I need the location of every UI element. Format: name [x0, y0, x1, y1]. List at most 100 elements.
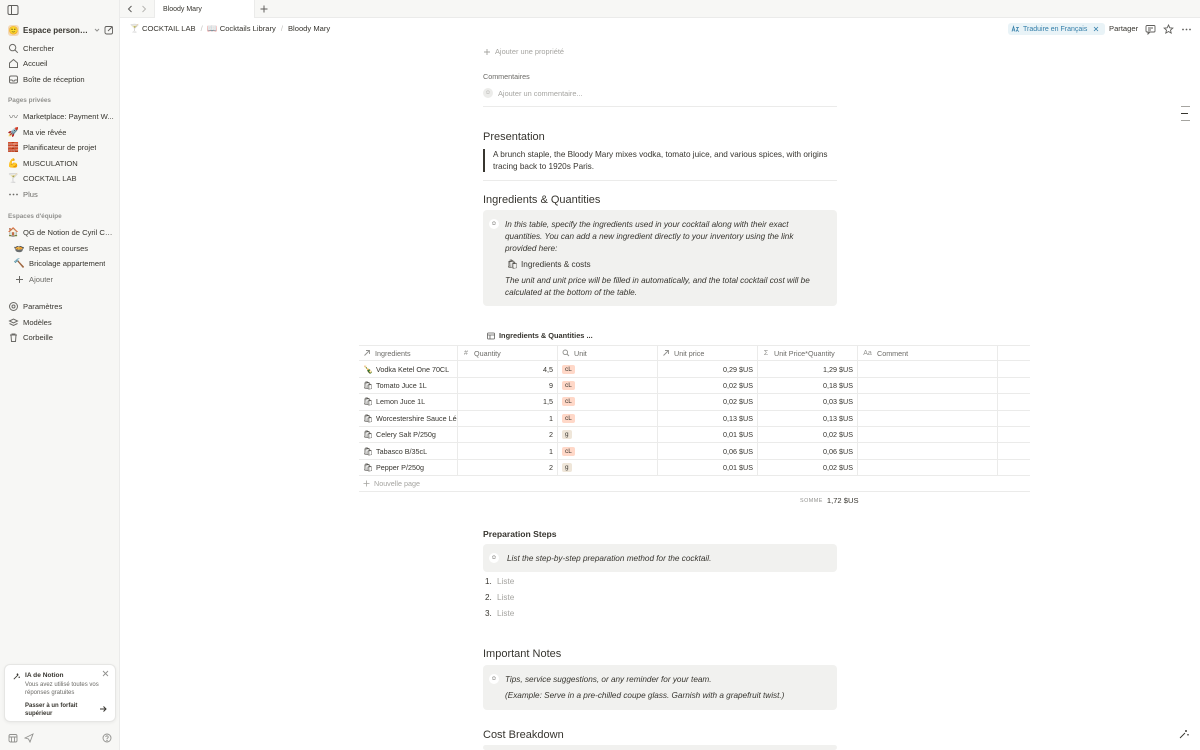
cell-ingredient[interactable]: 🛍 Tabasco B/35cL — [359, 443, 458, 459]
add-property-button[interactable]: Ajouter une propriété — [483, 47, 564, 56]
breadcrumb-cocktails-library[interactable]: 📖 Cocktails Library — [207, 24, 276, 33]
sidebar-item-cocktail-lab[interactable]: 🍸 COCKTAIL LAB — [4, 171, 116, 185]
cell-unit[interactable]: cL — [558, 410, 658, 426]
cell-comment[interactable] — [858, 459, 998, 476]
sidebar-item-home[interactable]: Accueil — [4, 56, 116, 70]
table-row[interactable]: 🛍 Tabasco B/35cL 1 cL 0,06 $US 0,06 $US — [359, 443, 1030, 460]
cell-unit-price[interactable]: 0,02 $US — [658, 394, 758, 410]
forward-icon[interactable] — [139, 4, 149, 14]
cell-ingredient[interactable]: 🛍 Worcestershire Sauce Léa — [359, 410, 458, 426]
new-tab-plus-icon[interactable] — [259, 4, 269, 14]
sidebar-item-inbox[interactable]: Boîte de réception — [4, 72, 116, 86]
list-item[interactable]: 3. Liste — [485, 609, 514, 618]
share-button[interactable]: Partager — [1109, 24, 1138, 33]
sidebar-item-ma-vie-revee[interactable]: 🚀 Ma vie rêvée — [4, 125, 116, 139]
cell-unit-price[interactable]: 0,29 $US — [658, 361, 758, 377]
cell-unit-price[interactable]: 0,13 $US — [658, 410, 758, 426]
cell-comment[interactable] — [858, 394, 998, 410]
sidebar-item-settings[interactable]: Paramètres — [4, 299, 116, 313]
column-header-comment[interactable]: Aa Comment — [858, 346, 998, 361]
cell-ingredient[interactable]: 🛍 Lemon Juce 1L — [359, 394, 458, 410]
cell-comment[interactable] — [858, 426, 998, 443]
sidebar-item-more[interactable]: Plus — [4, 187, 116, 201]
cell-total[interactable]: 0,18 $US — [758, 377, 858, 394]
close-icon[interactable] — [102, 670, 109, 677]
cell-quantity[interactable]: 4,5 — [458, 361, 558, 377]
outline-marker[interactable] — [1181, 120, 1190, 121]
calendar-icon[interactable] — [8, 733, 18, 743]
help-icon[interactable] — [102, 733, 112, 743]
tab-bloody-mary[interactable]: Bloody Mary — [154, 0, 255, 18]
sidebar-item-marketplace[interactable]: 〰 Marketplace: Payment W... — [4, 109, 116, 123]
list-item[interactable]: 2. Liste — [485, 593, 514, 602]
cell-total[interactable]: 0,13 $US — [758, 410, 858, 426]
column-header-unit-price[interactable]: Unit price — [658, 346, 758, 361]
sidebar-item-musculation[interactable]: 💪 MUSCULATION — [4, 156, 116, 170]
list-item[interactable]: 1. Liste — [485, 577, 514, 586]
column-header-unit[interactable]: Unit — [558, 346, 658, 361]
cell-unit-price[interactable]: 0,01 $US — [658, 426, 758, 443]
column-header-total[interactable]: Σ Unit Price*Quantity — [758, 346, 858, 361]
cell-unit-price[interactable]: 0,01 $US — [658, 459, 758, 476]
table-row[interactable]: 🛍 Lemon Juce 1L 1,5 cL 0,02 $US 0,03 $US — [359, 394, 1030, 411]
star-icon[interactable] — [1163, 24, 1174, 35]
ingredients-costs-link[interactable]: 🛍 Ingredients & costs — [507, 259, 591, 270]
table-row[interactable]: 🛍 Pepper P/250g 2 g 0,01 $US 0,02 $US — [359, 459, 1030, 477]
sidebar-item-bricolage[interactable]: 🔨 Bricolage appartement — [10, 256, 116, 270]
cell-comment[interactable] — [858, 443, 998, 459]
cell-quantity[interactable]: 9 — [458, 377, 558, 394]
table-row[interactable]: 🛍 Celery Salt P/250g 2 g 0,01 $US 0,02 $U… — [359, 426, 1030, 444]
table-row[interactable]: 🛍 Tomato Juce 1L 9 cL 0,02 $US 0,18 $US — [359, 377, 1030, 395]
new-page-icon[interactable] — [104, 25, 114, 35]
sidebar-item-trash[interactable]: Corbeille — [4, 330, 116, 344]
breadcrumb-bloody-mary[interactable]: Bloody Mary — [288, 24, 330, 33]
table-sum[interactable]: SOMME 1,72 $US — [800, 496, 859, 505]
sidebar-item-qg-notion[interactable]: 🏠 QG de Notion de Cyril CA... — [4, 225, 116, 239]
column-header-quantity[interactable]: # Quantity — [458, 346, 558, 361]
cell-quantity[interactable]: 1,5 — [458, 394, 558, 410]
cell-unit[interactable]: cL — [558, 361, 658, 377]
table-row[interactable]: 🍾 Vodka Ketel One 70CL 4,5 cL 0,29 $US 1,… — [359, 361, 1030, 378]
outline-marker[interactable] — [1181, 113, 1188, 114]
more-dots-icon[interactable] — [1181, 24, 1192, 35]
cell-ingredient[interactable]: 🛍 Celery Salt P/250g — [359, 426, 458, 443]
breadcrumb-cocktail-lab[interactable]: 🍸 COCKTAIL LAB — [130, 24, 196, 33]
cell-ingredient[interactable]: 🍾 Vodka Ketel One 70CL — [359, 361, 458, 377]
cell-unit-price[interactable]: 0,02 $US — [658, 377, 758, 394]
sidebar-item-templates[interactable]: Modèles — [4, 315, 116, 329]
cell-comment[interactable] — [858, 361, 998, 377]
send-icon[interactable] — [24, 733, 34, 743]
chevron-down-icon[interactable] — [93, 26, 101, 34]
cell-total[interactable]: 1,29 $US — [758, 361, 858, 377]
cell-total[interactable]: 0,06 $US — [758, 443, 858, 459]
table-row[interactable]: 🛍 Worcestershire Sauce Léa 1 cL 0,13 $US … — [359, 410, 1030, 427]
help-question-icon[interactable] — [1178, 728, 1190, 740]
cell-unit[interactable]: cL — [558, 377, 658, 394]
cell-unit-price[interactable]: 0,06 $US — [658, 443, 758, 459]
translate-button[interactable]: Traduire en Français — [1008, 23, 1106, 35]
cell-quantity[interactable]: 2 — [458, 459, 558, 476]
column-header-ingredients[interactable]: Ingredients — [359, 346, 458, 361]
cell-unit[interactable]: g — [558, 426, 658, 443]
cell-unit[interactable]: cL — [558, 443, 658, 459]
sidebar-item-repas[interactable]: 🍲 Repas et courses — [10, 241, 116, 255]
cell-total[interactable]: 0,02 $US — [758, 459, 858, 476]
cell-total[interactable]: 0,02 $US — [758, 426, 858, 443]
outline-marker[interactable] — [1181, 106, 1190, 107]
cell-comment[interactable] — [858, 377, 998, 394]
cell-quantity[interactable]: 1 — [458, 410, 558, 426]
close-icon[interactable] — [1093, 26, 1099, 32]
comment-input[interactable]: ☺ Ajouter un commentaire... — [483, 88, 583, 98]
sidebar-item-planificateur[interactable]: 🧱 Planificateur de projet — [4, 140, 116, 154]
sidebar-item-search[interactable]: Chercher — [4, 41, 116, 55]
sidebar-item-add[interactable]: Ajouter — [10, 272, 116, 286]
arrow-right-icon[interactable] — [99, 705, 107, 713]
back-icon[interactable] — [125, 4, 135, 14]
cell-unit[interactable]: g — [558, 459, 658, 476]
workspace-switcher[interactable]: 🙂 Espace personnel... — [8, 23, 114, 37]
cell-quantity[interactable]: 2 — [458, 426, 558, 443]
cell-ingredient[interactable]: 🛍 Tomato Juce 1L — [359, 377, 458, 394]
cell-total[interactable]: 0,03 $US — [758, 394, 858, 410]
comments-icon[interactable] — [1145, 24, 1156, 35]
cell-ingredient[interactable]: 🛍 Pepper P/250g — [359, 459, 458, 476]
